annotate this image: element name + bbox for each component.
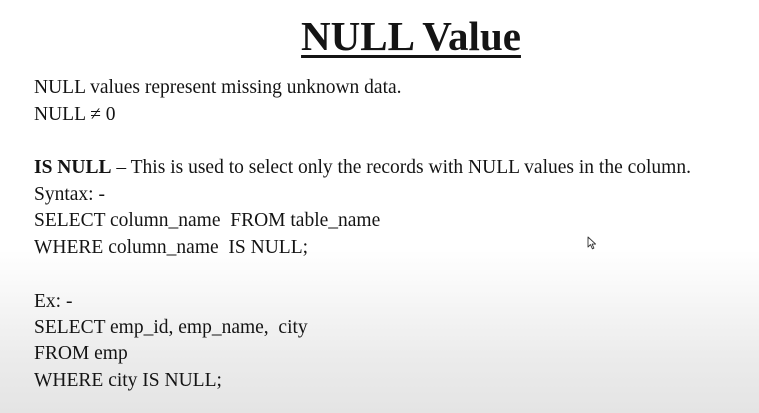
example-line-3: WHERE city IS NULL;: [34, 370, 222, 391]
intro-line-1: NULL values represent missing unknown da…: [34, 77, 402, 98]
is-null-term: IS NULL: [34, 157, 112, 178]
syntax-line-2: WHERE column_name IS NULL;: [34, 237, 309, 258]
example-line-1: SELECT emp_id, emp_name, city: [34, 317, 308, 338]
mouse-pointer-icon: [587, 236, 597, 250]
example-line-2: FROM emp: [34, 343, 128, 364]
example-label: Ex: -: [34, 291, 73, 312]
syntax-line-1: SELECT column_name FROM table_name: [34, 210, 381, 231]
is-null-definition: IS NULL – This is used to select only th…: [34, 156, 691, 180]
is-null-description: – This is used to select only the record…: [111, 157, 691, 178]
syntax-label: Syntax: -: [34, 184, 105, 205]
page-title: NULL Value: [301, 13, 521, 59]
intro-line-2: NULL ≠ 0: [34, 104, 116, 125]
slide: NULL Value NULL values represent missing…: [0, 0, 759, 413]
